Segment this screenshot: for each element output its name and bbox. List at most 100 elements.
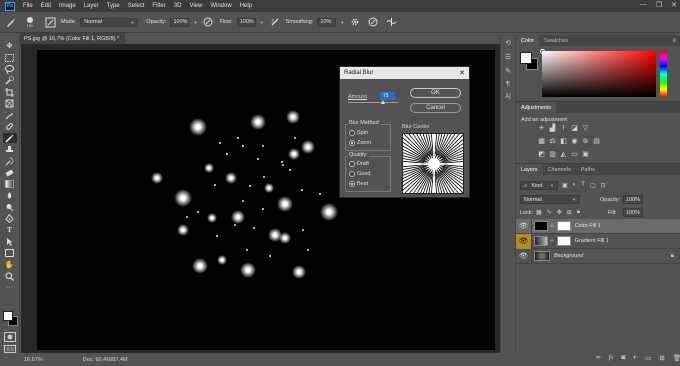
menu-help[interactable]: Help	[236, 3, 256, 9]
layer-filter-dropdown[interactable]: ⌕ Kind ▼	[520, 181, 558, 190]
curves-icon[interactable]: ⌇	[560, 125, 567, 132]
brush-tool-preset-icon[interactable]	[3, 15, 17, 29]
new-layer-icon[interactable]: ⊞	[659, 354, 664, 362]
filter-smart-object-icon[interactable]: ⊡	[601, 182, 606, 189]
foreground-background-swatches[interactable]	[3, 311, 19, 327]
foreground-color-swatch[interactable]	[3, 311, 13, 321]
radio-draft-button[interactable]	[349, 160, 355, 167]
close-window-button[interactable]: ✕	[671, 1, 677, 9]
mode-dropdown[interactable]: Normal ▼	[80, 17, 139, 27]
radio-good[interactable]: Good	[349, 169, 370, 178]
menu-image[interactable]: Image	[55, 3, 80, 9]
layer-mask-thumbnail[interactable]	[556, 221, 571, 231]
menu-file[interactable]: File	[19, 3, 37, 9]
quick-mask-icon[interactable]	[4, 332, 16, 342]
flow-dropdown-icon[interactable]: ▼	[260, 20, 264, 25]
menu-layer[interactable]: Layer	[80, 3, 103, 9]
radio-good-button[interactable]	[349, 170, 355, 177]
blur-tool-icon[interactable]	[3, 191, 17, 201]
lock-position-icon[interactable]: ✥	[557, 209, 562, 216]
move-tool-icon[interactable]: ✥	[3, 41, 17, 51]
pressure-size-icon[interactable]	[366, 15, 380, 29]
properties-icon[interactable]: ☰	[505, 53, 511, 61]
new-adjustment-icon[interactable]: ◐	[633, 354, 637, 362]
add-mask-icon[interactable]: ◙	[621, 354, 625, 362]
flow-field[interactable]: 100%	[236, 17, 256, 27]
layer-row-gradient-fill[interactable]: 👁︎ ∞ Gradient Fill 1	[516, 233, 680, 249]
color-balance-icon[interactable]: ⚖	[549, 138, 556, 145]
ok-button[interactable]: OK	[410, 88, 461, 98]
lock-transparent-icon[interactable]: ▦	[536, 209, 542, 216]
blend-mode-dropdown[interactable]: Normal ▼	[520, 195, 580, 204]
panel-menu-icon[interactable]: ≡	[672, 35, 680, 46]
menu-view[interactable]: View	[185, 3, 206, 9]
tab-color[interactable]: Color	[516, 35, 540, 46]
menu-filter[interactable]: Filter	[148, 3, 169, 9]
lock-pixels-icon[interactable]: ✎	[547, 209, 552, 216]
smoothing-field[interactable]: 10%	[317, 17, 337, 27]
radio-spin-button[interactable]	[349, 129, 355, 136]
document-size-info[interactable]: Doc: 60,4M/87,4M	[83, 357, 128, 363]
more-tools-icon[interactable]: ···	[3, 283, 17, 293]
restore-button[interactable]: ❐	[656, 1, 662, 9]
color-lookup-icon[interactable]: ▤	[593, 138, 600, 145]
filter-adjustment-icon[interactable]: ◐	[573, 182, 577, 189]
selective-color-icon[interactable]: ▣	[582, 151, 589, 158]
screen-mode-icon[interactable]	[4, 345, 16, 353]
layer-mask-thumbnail[interactable]	[556, 236, 571, 246]
menu-window[interactable]: Window	[206, 3, 235, 9]
eraser-tool-icon[interactable]	[3, 168, 17, 178]
eye-icon[interactable]: 👁︎	[516, 233, 532, 249]
cancel-button[interactable]: Cancel	[410, 103, 461, 113]
brush-settings-icon[interactable]	[43, 15, 57, 29]
posterize-icon[interactable]: ▥	[549, 151, 556, 158]
radio-zoom[interactable]: Zoom	[349, 138, 371, 147]
tab-channels[interactable]: Channels	[543, 164, 576, 175]
brush-tool-icon[interactable]	[2, 133, 17, 143]
filter-shape-icon[interactable]: ▢	[590, 182, 596, 189]
pressure-opacity-icon[interactable]	[201, 15, 215, 29]
marquee-tool-icon[interactable]	[3, 53, 17, 63]
minimize-button[interactable]: —	[640, 1, 647, 9]
amount-slider-handle[interactable]	[381, 100, 385, 104]
exposure-icon[interactable]: ◪	[571, 125, 578, 132]
photo-filter-icon[interactable]: ◉	[571, 138, 578, 145]
filter-pixel-icon[interactable]: ▣	[562, 182, 568, 189]
symmetry-icon[interactable]	[384, 15, 398, 29]
gradient-tool-icon[interactable]	[3, 179, 17, 189]
dialog-title-bar[interactable]: Radial Blur ✕	[340, 67, 469, 79]
black-white-icon[interactable]: ◧	[560, 138, 567, 145]
lock-artboard-icon[interactable]: ⊞	[567, 209, 572, 216]
menu-select[interactable]: Select	[124, 3, 149, 9]
fill-field[interactable]: 100%	[623, 208, 643, 217]
history-icon[interactable]: ⟲	[505, 39, 511, 47]
zoom-tool-icon[interactable]	[3, 271, 17, 281]
vibrance-icon[interactable]: ▽	[582, 125, 589, 132]
eyedropper-tool-icon[interactable]	[3, 110, 17, 120]
opacity-dropdown-icon[interactable]: ▼	[193, 20, 197, 25]
dodge-tool-icon[interactable]	[3, 202, 17, 212]
layer-name[interactable]: Color Fill 1	[575, 223, 601, 229]
blur-center-preview[interactable]	[402, 133, 464, 194]
healing-brush-tool-icon[interactable]	[3, 122, 17, 132]
zoom-level[interactable]: 16,67%	[24, 357, 43, 363]
layer-name[interactable]: Gradient Fill 1	[575, 238, 609, 244]
rectangle-tool-icon[interactable]	[3, 248, 17, 258]
history-brush-tool-icon[interactable]	[3, 156, 17, 166]
color-foreground-swatch[interactable]	[520, 52, 532, 64]
type-tool-icon[interactable]: T	[3, 225, 17, 235]
amount-input[interactable]: 75	[380, 92, 395, 100]
link-layers-icon[interactable]: ∞	[596, 354, 601, 362]
radio-draft[interactable]: Draft	[349, 159, 369, 168]
eye-icon[interactable]: 👁︎	[516, 218, 532, 234]
menu-3d[interactable]: 3D	[170, 3, 186, 9]
frame-tool-icon[interactable]	[3, 99, 17, 109]
tab-swatches[interactable]: Swatches	[539, 35, 573, 46]
delete-layer-icon[interactable]: 🗑︎	[673, 354, 680, 362]
smoothing-dropdown-icon[interactable]: ▼	[340, 20, 344, 25]
new-group-icon[interactable]: ▭	[645, 354, 651, 362]
path-selection-tool-icon[interactable]	[3, 237, 17, 247]
character-icon[interactable]: A|	[505, 94, 511, 100]
dialog-close-icon[interactable]: ✕	[459, 69, 465, 77]
eye-icon[interactable]: 👁︎	[516, 248, 532, 264]
